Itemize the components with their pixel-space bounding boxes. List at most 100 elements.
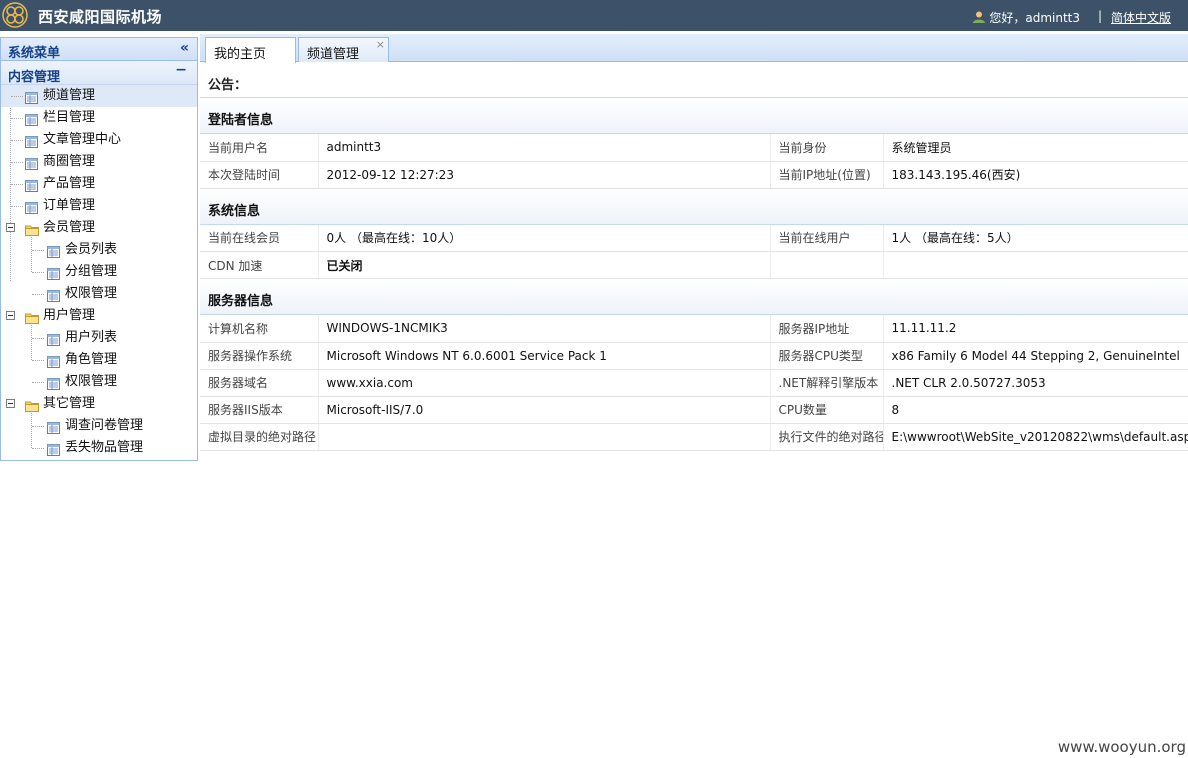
info-label: 当前IP地址(位置) (770, 161, 884, 189)
user-greeting: 您好，admintt3 (972, 9, 1080, 26)
page-icon (25, 156, 38, 170)
collapse-toggle-icon[interactable] (6, 223, 15, 232)
system-info-row: 当前在线会员 0人 （最高在线：10人） 当前在线用户 1人 （最高在线：5人） (200, 224, 1188, 252)
sidebar-item-lost-items[interactable]: 丢失物品管理 (1, 437, 197, 459)
sidebar-folder-other[interactable]: 其它管理 (1, 393, 197, 415)
info-value: 11.11.11.2 (883, 315, 1188, 343)
sidebar-folder-member[interactable]: 会员管理 (1, 217, 197, 239)
sidebar-item-product[interactable]: 产品管理 (1, 173, 197, 195)
login-info-row: 本次登陆时间 2012-09-12 12:27:23 当前IP地址(位置) 183.1… (200, 161, 1188, 189)
tree-item-label: 权限管理 (65, 374, 118, 389)
tree-item-label: 会员列表 (65, 242, 118, 257)
info-label: 执行文件的绝对路径 (770, 423, 884, 451)
page-icon (25, 112, 38, 126)
info-value: .NET CLR 2.0.50727.3053 (883, 369, 1188, 397)
info-value: 183.143.195.46(西安) (883, 161, 1188, 189)
close-icon[interactable]: × (376, 38, 385, 51)
sidebar-item-group[interactable]: 分组管理 (1, 261, 197, 283)
info-label: 当前在线用户 (770, 224, 884, 252)
tree-item-label: 其它管理 (43, 396, 96, 411)
info-label: CDN 加速 (200, 251, 319, 279)
server-info-row: 服务器域名 www.xxia.com .NET解释引擎版本 .NET CLR 2.0.… (200, 369, 1188, 397)
info-label: 服务器CPU类型 (770, 342, 884, 370)
cdn-status-value: 已关闭 (318, 251, 771, 279)
section-server-info: 服务器信息 (200, 279, 1188, 315)
info-value (318, 423, 771, 451)
info-label: 本次登陆时间 (200, 161, 319, 189)
collapse-toggle-icon[interactable] (6, 311, 15, 320)
server-info-row: 虚拟目录的绝对路径 执行文件的绝对路径 E:\wwwroot\WebSite_v20… (200, 423, 1188, 451)
tree-item-label: 权限管理 (65, 286, 118, 301)
tab-home[interactable]: 我的主页 (205, 37, 296, 63)
sidebar-item-user-list[interactable]: 用户列表 (1, 327, 197, 349)
info-value: Microsoft-IIS/7.0 (318, 396, 771, 424)
tree-item-label: 丢失物品管理 (65, 440, 144, 455)
tree-item-label: 订单管理 (43, 198, 96, 213)
user-icon (973, 11, 986, 23)
info-label: 服务器IP地址 (770, 315, 884, 343)
page-icon (47, 244, 60, 258)
section-title: 登陆者信息 (208, 113, 274, 128)
page-icon (25, 178, 38, 192)
language-link[interactable]: 简体中文版 (1111, 9, 1171, 26)
collapse-sidebar-icon[interactable]: « (180, 40, 189, 56)
collapse-group-icon[interactable]: − (175, 62, 187, 78)
page-icon (47, 288, 60, 302)
sidebar: 系统菜单 « 内容管理 − 频道管理栏目管理文章管理中心 商圈管理 产品管理订单管理… (0, 37, 198, 461)
menu-tree: 频道管理栏目管理文章管理中心 商圈管理 产品管理订单管理会员管理会员列表分组管理权限… (1, 85, 197, 459)
system-info-row: CDN 加速 已关闭 (200, 251, 1188, 279)
page-icon (47, 266, 60, 280)
sidebar-group-content[interactable]: 内容管理 − (1, 61, 197, 85)
tab-channel-management[interactable]: 频道管理 × (298, 37, 389, 62)
sidebar-folder-user[interactable]: 用户管理 (1, 305, 197, 327)
section-title: 系统信息 (208, 203, 261, 219)
tree-item-label: 角色管理 (65, 352, 118, 367)
sidebar-item-member-permission[interactable]: 权限管理 (1, 283, 197, 305)
login-info-table: 当前用户名 admintt3 当前身份 系统管理员 本次登陆时间 2012-09-12 1… (200, 134, 1188, 189)
app-title: 西安咸阳国际机场 (38, 8, 163, 26)
page-icon (47, 376, 60, 390)
info-value: 8 (883, 396, 1188, 424)
info-value: 1人 （最高在线：5人） (883, 224, 1188, 252)
section-title: 服务器信息 (208, 294, 274, 309)
airport-logo-icon (2, 2, 28, 28)
sidebar-item-business-circle[interactable]: 商圈管理 (1, 151, 197, 173)
notice-bar: 公告： (200, 63, 1188, 98)
tree-item-label: 栏目管理 (43, 110, 96, 125)
page-icon (25, 134, 38, 148)
sidebar-header: 系统菜单 « (1, 37, 197, 61)
login-info-row: 当前用户名 admintt3 当前身份 系统管理员 (200, 134, 1188, 162)
info-label: 服务器域名 (200, 369, 319, 397)
info-value: x86 Family 6 Model 44 Stepping 2, Genuin… (883, 342, 1188, 370)
page-icon (47, 354, 60, 368)
collapse-toggle-icon[interactable] (6, 399, 15, 408)
section-system-info: 系统信息 (200, 188, 1188, 225)
sidebar-group-label: 内容管理 (8, 70, 61, 85)
watermark: www.wooyun.org (1057, 738, 1186, 756)
folder-icon (25, 310, 39, 324)
info-value: admintt3 (318, 134, 771, 162)
sidebar-item-role[interactable]: 角色管理 (1, 349, 197, 371)
tab-home-label: 我的主页 (214, 47, 267, 62)
info-label (770, 251, 884, 279)
sidebar-item-user-permission[interactable]: 权限管理 (1, 371, 197, 393)
info-label: 虚拟目录的绝对路径 (200, 423, 319, 451)
notice-label: 公告： (208, 78, 248, 93)
info-label: 当前用户名 (200, 134, 319, 162)
header-separator: | (1097, 9, 1102, 23)
greeting-text: 您好，admintt3 (989, 11, 1080, 25)
sidebar-item-survey[interactable]: 调查问卷管理 (1, 415, 197, 437)
info-value: 系统管理员 (883, 134, 1188, 162)
tree-item-label: 频道管理 (43, 88, 96, 103)
main-panel: 我的主页 频道管理 × 公告： 登陆者信息 当前用户名 admintt3 当前身份系… (200, 34, 1188, 461)
page-icon (47, 442, 60, 456)
sidebar-item-member-list[interactable]: 会员列表 (1, 239, 197, 261)
info-value: 0人 （最高在线：10人） (318, 224, 771, 252)
sidebar-item-article[interactable]: 文章管理中心 (1, 129, 197, 151)
server-info-row: 计算机名称 WINDOWS-1NCMIK3 服务器IP地址 11.11.11.2 (200, 315, 1188, 343)
info-value: www.xxia.com (318, 369, 771, 397)
sidebar-item-channel[interactable]: 频道管理 (1, 85, 197, 107)
sidebar-item-order[interactable]: 订单管理 (1, 195, 197, 217)
sidebar-item-column[interactable]: 栏目管理 (1, 107, 197, 129)
info-label: 服务器操作系统 (200, 342, 319, 370)
